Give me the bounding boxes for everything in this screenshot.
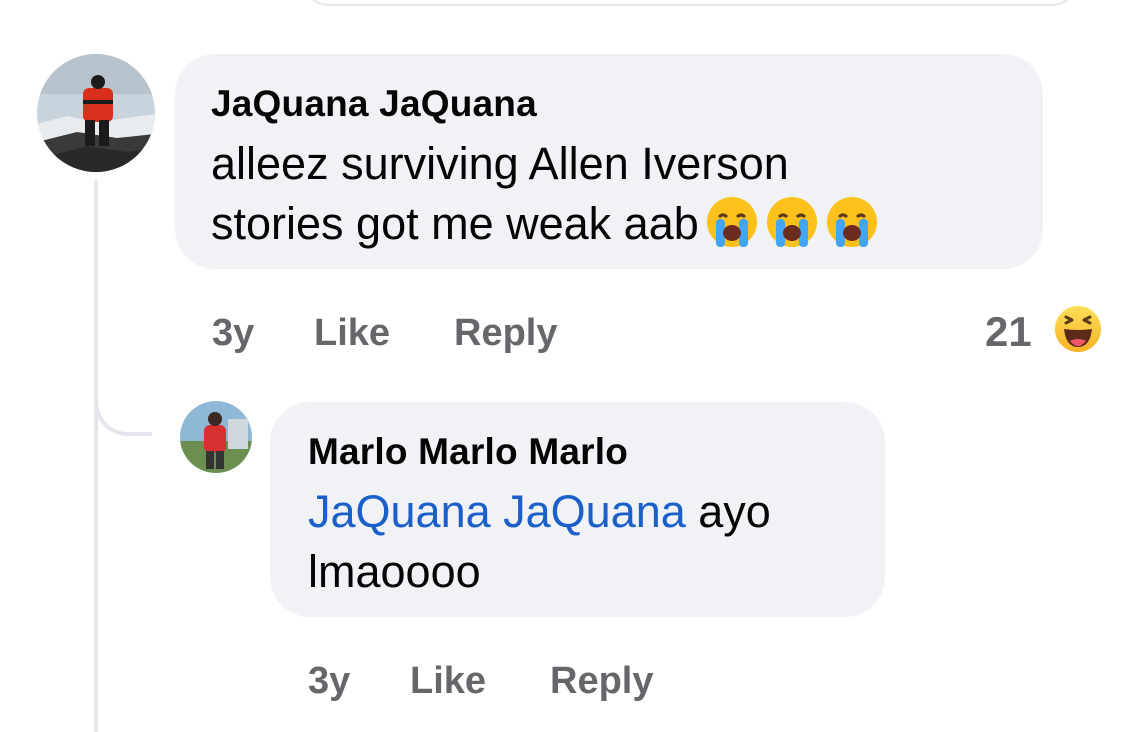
reply-button[interactable]: Reply	[454, 311, 557, 355]
comment-text-line: alleez surviving Allen Iverson	[211, 138, 789, 189]
loudly-crying-face-icon	[825, 195, 879, 249]
loudly-crying-face-icon	[705, 195, 759, 249]
comment-bubble: JaQuana JaQuana alleez surviving Allen I…	[175, 54, 1043, 269]
comment-author[interactable]: Marlo Marlo Marlo	[308, 430, 847, 474]
reply-button[interactable]: Reply	[550, 659, 653, 703]
comment-text-line: stories got me weak aab	[211, 194, 1007, 254]
haha-reaction-icon[interactable]	[1052, 303, 1104, 355]
comment-text: JaQuana JaQuana ayo lmaoooo	[308, 482, 847, 602]
loudly-crying-face-icon	[765, 195, 819, 249]
thread-connector-curve	[94, 380, 152, 436]
reply-bubble: Marlo Marlo Marlo JaQuana JaQuana ayo lm…	[270, 402, 885, 617]
reaction-count[interactable]: 21	[985, 308, 1032, 356]
comment-text-line: lmaoooo	[308, 546, 481, 597]
comment-composer-edge[interactable]	[298, 0, 1082, 6]
comment-timestamp[interactable]: 3y	[308, 659, 350, 703]
comment-text-segment: stories got me weak aab	[211, 198, 699, 249]
comment-author[interactable]: JaQuana JaQuana	[211, 82, 1007, 126]
comment-timestamp[interactable]: 3y	[212, 311, 254, 355]
avatar[interactable]	[180, 401, 252, 473]
like-button[interactable]: Like	[314, 311, 390, 355]
mention-link[interactable]: JaQuana JaQuana	[308, 486, 686, 537]
avatar[interactable]	[37, 54, 155, 172]
like-button[interactable]: Like	[410, 659, 486, 703]
thread-connector-line	[94, 180, 98, 732]
comment-text-line: JaQuana JaQuana ayo	[308, 482, 847, 542]
comment-text: alleez surviving Allen Iverson stories g…	[211, 134, 1007, 254]
comment-text-segment: ayo	[685, 486, 771, 537]
comment-thread: JaQuana JaQuana alleez surviving Allen I…	[0, 0, 1125, 732]
